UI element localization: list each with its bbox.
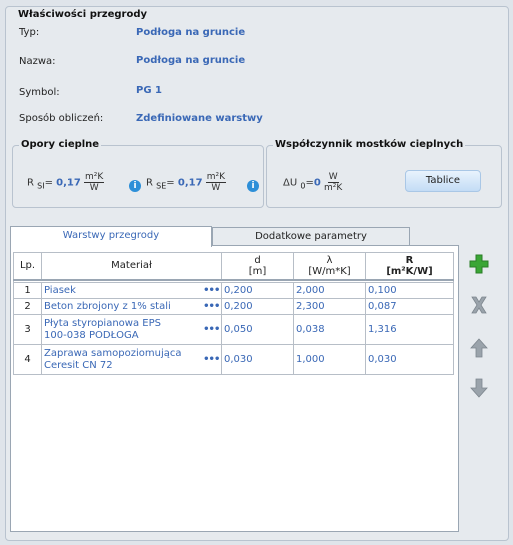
rsi-formula: R SI= 0,17 m²K W	[27, 172, 105, 193]
header-lp: Lp.	[13, 252, 42, 280]
header-lambda: λ [W/m*K]	[293, 252, 366, 280]
move-down-button[interactable]	[468, 377, 490, 399]
row-r: 0,100	[365, 282, 454, 299]
material-picker-button[interactable]: •••	[201, 314, 222, 345]
rsi-value: 0,17	[56, 177, 81, 189]
row-material[interactable]: Beton zbrojony z 1% stali	[41, 298, 202, 315]
row-material[interactable]: Zaprawa samopoziomująca Ceresit CN 72	[41, 344, 202, 375]
rse-formula: R SE= 0,17 m²K W	[146, 172, 227, 193]
row-lambda[interactable]: 0,038	[293, 314, 366, 345]
rse-equals: =	[166, 177, 175, 189]
plus-icon	[469, 254, 489, 274]
add-layer-button[interactable]	[468, 253, 490, 275]
type-label: Typ:	[19, 27, 40, 38]
table-row[interactable]: 2 Beton zbrojony z 1% stali ••• 0,200 2,…	[13, 298, 454, 315]
symbol-label: Symbol:	[19, 87, 60, 98]
name-label: Nazwa:	[19, 56, 56, 67]
thermal-resistance-title: Opory cieplne	[19, 139, 102, 150]
table-row[interactable]: 4 Zaprawa samopoziomująca Ceresit CN 72 …	[13, 344, 454, 375]
table-header-row: Lp. Materiał d [m] λ [W/m*K] R [m²K/W]	[13, 252, 454, 280]
layers-panel: Lp. Materiał d [m] λ [W/m*K] R [m²K/W] 1…	[10, 245, 459, 532]
row-material[interactable]: Piasek	[41, 282, 202, 299]
material-picker-button[interactable]: •••	[201, 282, 222, 299]
arrow-up-icon	[470, 338, 488, 358]
rsi-subscript: SI	[37, 181, 45, 191]
row-r: 0,087	[365, 298, 454, 315]
move-up-button[interactable]	[468, 337, 490, 359]
rse-info-icon[interactable]: i	[247, 180, 259, 192]
row-r: 0,030	[365, 344, 454, 375]
tables-button[interactable]: Tablice	[405, 170, 481, 192]
row-d[interactable]: 0,200	[221, 282, 294, 299]
row-material[interactable]: Płyta styropianowa EPS 100-038 PODŁOGA	[41, 314, 202, 345]
layers-table: Lp. Materiał d [m] λ [W/m*K] R [m²K/W] 1…	[13, 252, 454, 375]
rsi-symbol: R	[27, 177, 34, 189]
rsi-equals: =	[44, 177, 53, 189]
rsi-info-icon[interactable]: i	[129, 180, 141, 192]
delete-layer-button[interactable]	[468, 294, 490, 316]
header-material: Materiał	[41, 252, 222, 280]
symbol-value: PG 1	[136, 85, 162, 96]
rse-value: 0,17	[177, 177, 203, 189]
delta-u-symbol: ΔU	[283, 177, 298, 189]
delta-u-formula: ΔU 0=0 W m²K	[283, 172, 342, 193]
row-lp: 4	[13, 344, 42, 375]
method-label: Sposób obliczeń:	[19, 113, 104, 124]
material-picker-button[interactable]: •••	[201, 344, 222, 375]
delta-u-unit: W m²K	[324, 172, 343, 193]
rse-unit: m²K W	[205, 172, 227, 193]
thermal-resistance-group: Opory cieplne R SI= 0,17 m²K W i R SE= 0…	[12, 139, 264, 208]
tab-additional-parameters[interactable]: Dodatkowe parametry	[212, 227, 410, 247]
thermal-bridges-title: Współczynnik mostków cieplnych	[273, 139, 466, 150]
row-d[interactable]: 0,050	[221, 314, 294, 345]
rsi-unit: m²K W	[84, 172, 105, 193]
rse-symbol: R	[146, 177, 153, 189]
type-value: Podłoga na gruncie	[136, 27, 246, 38]
name-value: Podłoga na gruncie	[136, 55, 246, 66]
row-lambda[interactable]: 2,000	[293, 282, 366, 299]
delta-u-equals: =	[305, 177, 314, 189]
table-row[interactable]: 3 Płyta styropianowa EPS 100-038 PODŁOGA…	[13, 314, 454, 345]
arrow-down-icon	[470, 378, 488, 398]
rse-subscript: SE	[156, 181, 167, 191]
row-d[interactable]: 0,200	[221, 298, 294, 315]
properties-title: Właściwości przegrody	[16, 9, 150, 20]
material-picker-button[interactable]: •••	[201, 298, 222, 315]
x-icon	[471, 296, 487, 314]
row-lambda[interactable]: 2,300	[293, 298, 366, 315]
delta-u-value: 0	[313, 177, 321, 189]
tab-layers[interactable]: Warstwy przegrody	[10, 226, 212, 247]
thermal-bridges-group: Współczynnik mostków cieplnych ΔU 0=0 W …	[266, 139, 502, 208]
row-lambda[interactable]: 1,000	[293, 344, 366, 375]
row-lp: 2	[13, 298, 42, 315]
table-row[interactable]: 1 Piasek ••• 0,200 2,000 0,100	[13, 282, 454, 299]
row-r: 1,316	[365, 314, 454, 345]
method-value: Zdefiniowane warstwy	[136, 113, 263, 124]
row-lp: 3	[13, 314, 42, 345]
row-d[interactable]: 0,030	[221, 344, 294, 375]
header-d: d [m]	[221, 252, 294, 280]
row-lp: 1	[13, 282, 42, 299]
header-r: R [m²K/W]	[365, 252, 454, 280]
